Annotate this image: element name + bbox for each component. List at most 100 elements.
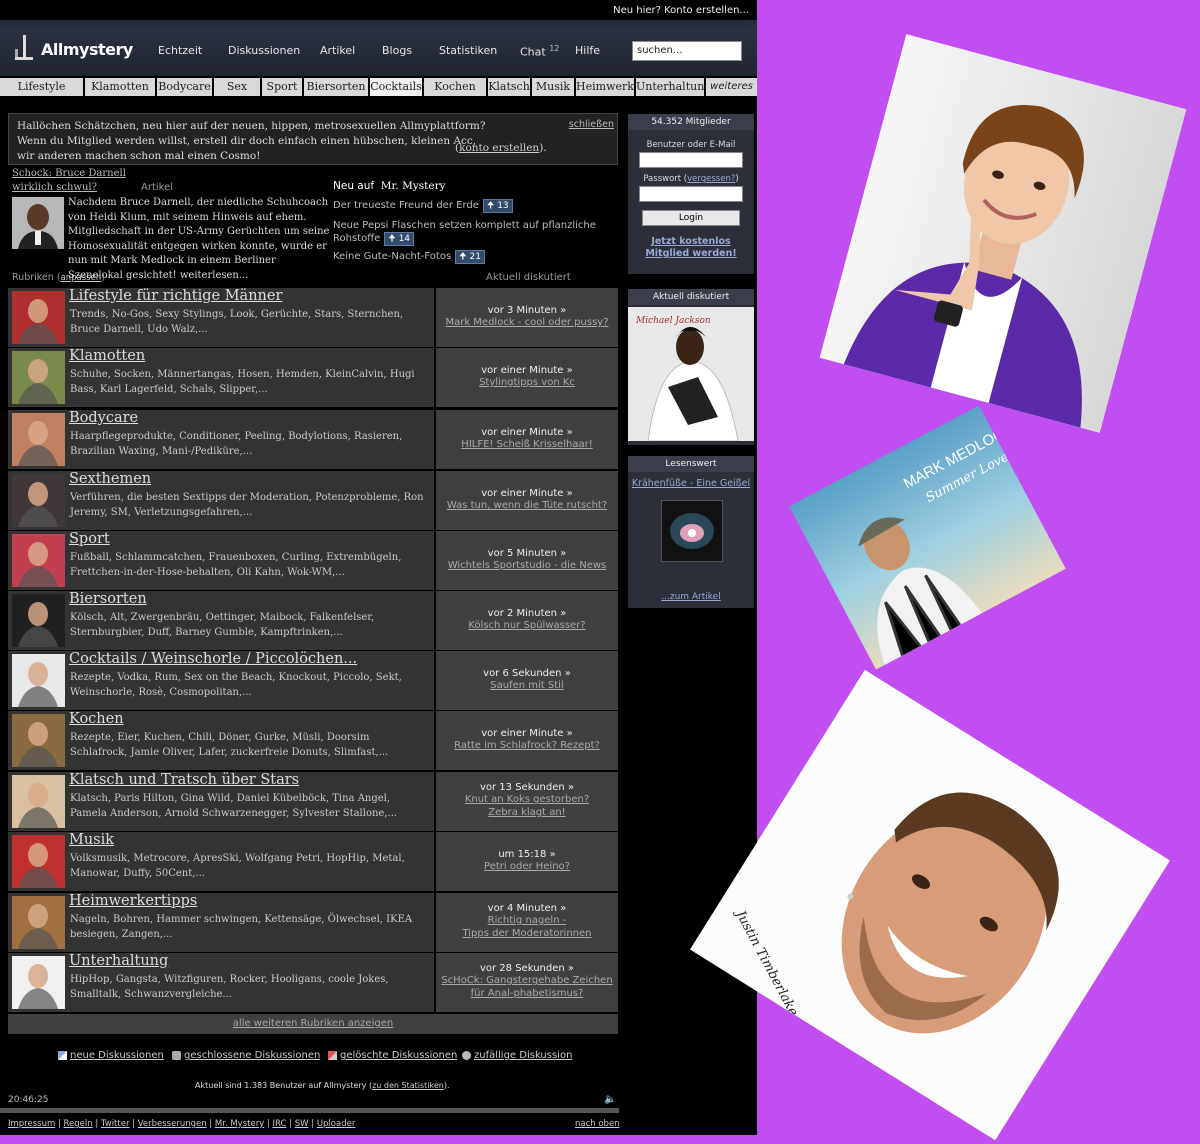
mr-mystery-link[interactable]: Mr. Mystery: [215, 1119, 264, 1129]
sw-link[interactable]: SW: [295, 1119, 309, 1129]
create-account-link[interactable]: konto erstellen: [459, 142, 539, 154]
discussion-link[interactable]: Tipps der Moderatorinnen: [436, 927, 618, 940]
cat-sport[interactable]: Sport: [262, 78, 302, 96]
category-title-link[interactable]: Kochen: [69, 711, 124, 727]
uploader-link[interactable]: Uploader: [317, 1119, 356, 1129]
discussion-link[interactable]: Kölsch nur Spülwasser?: [436, 619, 618, 632]
category-image[interactable]: [12, 896, 65, 949]
category-title-link[interactable]: Cocktails / Weinschorle / Piccolöchen...: [69, 651, 357, 667]
cat-biersorten[interactable]: Biersorten: [304, 78, 368, 96]
login-button[interactable]: Login: [642, 210, 740, 226]
category-title-link[interactable]: Unterhaltung: [69, 953, 168, 969]
nav-artikel[interactable]: Artikel: [320, 44, 355, 57]
cat-unterhaltung[interactable]: Unterhaltung: [636, 78, 711, 96]
logo[interactable]: Allmystery: [41, 40, 133, 59]
lesenswert-more-link[interactable]: ...zum Artikel: [628, 592, 754, 602]
speaker-icon[interactable]: 🔈: [604, 1094, 616, 1105]
discussion-link[interactable]: Zebra klagt an!: [436, 806, 618, 819]
news-item[interactable]: Neue Pepsi Flaschen setzen komplett auf …: [333, 219, 613, 246]
statistics-link[interactable]: zu den Statistiken: [372, 1081, 444, 1090]
discussed-image[interactable]: Michael Jackson: [628, 307, 754, 441]
featured-article-link[interactable]: Schock: Bruce Darnell wirklich schwul?: [12, 167, 126, 195]
all-categories-link[interactable]: alle weiteren Rubriken anzeigen: [8, 1014, 618, 1034]
discussion-link[interactable]: ScHoCk: Gangstergehabe Zeichen: [436, 974, 618, 987]
nav-statistiken[interactable]: Statistiken: [439, 44, 497, 57]
category-image[interactable]: [12, 351, 65, 404]
cat-bodycare[interactable]: Bodycare: [157, 78, 212, 96]
category-title-link[interactable]: Lifestyle für richtige Männer: [69, 288, 282, 304]
category-image[interactable]: [12, 291, 65, 344]
cat-klatsch[interactable]: Klatsch: [488, 78, 530, 96]
twitter-link[interactable]: Twitter: [101, 1119, 130, 1129]
cat-heimwerk[interactable]: Heimwerk: [576, 78, 634, 96]
new-discussions-link[interactable]: neue Diskussionen: [58, 1050, 164, 1061]
cat-kochen[interactable]: Kochen: [424, 78, 486, 96]
category-image[interactable]: [12, 534, 65, 587]
discussion-link[interactable]: Saufen mit Stil: [436, 679, 618, 692]
impressum-link[interactable]: Impressum: [8, 1119, 55, 1129]
category-image[interactable]: [12, 413, 65, 466]
forgot-password-link[interactable]: vergessen?: [687, 174, 735, 184]
nav-hilfe[interactable]: Hilfe: [575, 44, 600, 57]
cat-musik[interactable]: Musik: [532, 78, 574, 96]
category-title-link[interactable]: Musik: [69, 832, 114, 848]
adjust-link[interactable]: anpassen: [61, 273, 102, 283]
category-image[interactable]: [12, 654, 65, 707]
category-title-link[interactable]: Heimwerkertipps: [69, 893, 197, 909]
category-title-link[interactable]: Bodycare: [69, 410, 138, 426]
discussion-link[interactable]: Petri oder Heino?: [436, 860, 618, 873]
category-image[interactable]: [12, 594, 65, 647]
discussion-link[interactable]: Was tun, wenn die Tüte rutscht?: [436, 499, 618, 512]
signup-link[interactable]: Jetzt kostenlos Mitglied werden!: [628, 236, 754, 260]
nav-diskussionen[interactable]: Diskussionen: [228, 44, 300, 57]
lesenswert-link[interactable]: Krähenfüße - Eine Geißel: [628, 478, 754, 489]
register-link[interactable]: Neu hier? Konto erstellen...: [613, 5, 749, 16]
lesenswert-image[interactable]: [661, 500, 723, 562]
category-title-link[interactable]: Klamotten: [69, 348, 145, 364]
closed-discussions-link[interactable]: geschlossene Diskussionen: [172, 1050, 320, 1061]
cat-cocktails[interactable]: Cocktails: [370, 78, 422, 96]
latest-discussion: vor 4 Minuten » Richtig nageln - Tipps de…: [436, 893, 618, 952]
discussion-time: vor einer Minute »: [481, 728, 573, 739]
deleted-discussions-link[interactable]: gelöschte Diskussionen: [328, 1050, 457, 1061]
improvements-link[interactable]: Verbesserungen: [138, 1119, 207, 1129]
discussion-link[interactable]: HILFE! Scheiß Krisselhaar!: [436, 438, 618, 451]
cat-sex[interactable]: Sex: [214, 78, 260, 96]
category-image[interactable]: [12, 474, 65, 527]
cat-klamotten[interactable]: Klamotten: [85, 78, 155, 96]
discussion-link[interactable]: Knut an Koks gestorben?: [436, 793, 618, 806]
discussion-link[interactable]: Richtig nageln -: [436, 914, 618, 927]
news-item[interactable]: Der treueste Freund der Erde 🠉 13: [333, 199, 613, 213]
news-item[interactable]: Keine Gute-Nacht-Fotos 🠉 21: [333, 250, 613, 264]
category-image[interactable]: [12, 835, 65, 888]
category-title-link[interactable]: Sexthemen: [69, 471, 151, 487]
category-title-link[interactable]: Biersorten: [69, 591, 147, 607]
random-discussion-link[interactable]: zufällige Diskussion: [462, 1050, 572, 1061]
to-top-link[interactable]: nach oben: [575, 1119, 620, 1129]
cat-lifestyle[interactable]: Lifestyle: [0, 78, 83, 96]
nav-blogs[interactable]: Blogs: [382, 44, 412, 57]
irc-link[interactable]: IRC: [273, 1119, 287, 1129]
nav-echtzeit[interactable]: Echtzeit: [158, 44, 202, 57]
category-description: HipHop, Gangsta, Witzfiguren, Rocker, Ho…: [70, 974, 389, 1000]
welcome-line-2: Wenn du Mitglied werden willst, erstell …: [17, 135, 477, 147]
category-description: Kölsch, Alt, Zwergenbräu, Oettinger, Mai…: [70, 612, 375, 638]
username-input[interactable]: [639, 152, 743, 168]
rules-link[interactable]: Regeln: [64, 1119, 93, 1129]
nav-chat[interactable]: Chat 12: [520, 44, 559, 59]
discussion-link[interactable]: für Anal-phabetismus?: [436, 987, 618, 1000]
category-image[interactable]: [12, 956, 65, 1009]
discussion-link[interactable]: Ratte im Schlafrock? Rezept?: [436, 739, 618, 752]
category-image[interactable]: [12, 714, 65, 767]
discussion-link[interactable]: Stylingtipps von Kc: [436, 376, 618, 389]
category-title-link[interactable]: Sport: [69, 531, 110, 547]
search-input[interactable]: suchen...: [632, 41, 742, 61]
category-image[interactable]: [12, 775, 65, 828]
category-title-link[interactable]: Klatsch und Tratsch über Stars: [69, 772, 299, 788]
discussion-link[interactable]: Mark Medlock - cool oder pussy?: [436, 316, 618, 329]
password-input[interactable]: [639, 186, 743, 202]
cat-weiteres[interactable]: weiteres: [706, 78, 757, 96]
close-welcome-link[interactable]: schließen: [569, 119, 614, 130]
featured-article-image[interactable]: [12, 197, 64, 249]
discussion-link[interactable]: Wichtels Sportstudio - die News: [436, 559, 618, 572]
